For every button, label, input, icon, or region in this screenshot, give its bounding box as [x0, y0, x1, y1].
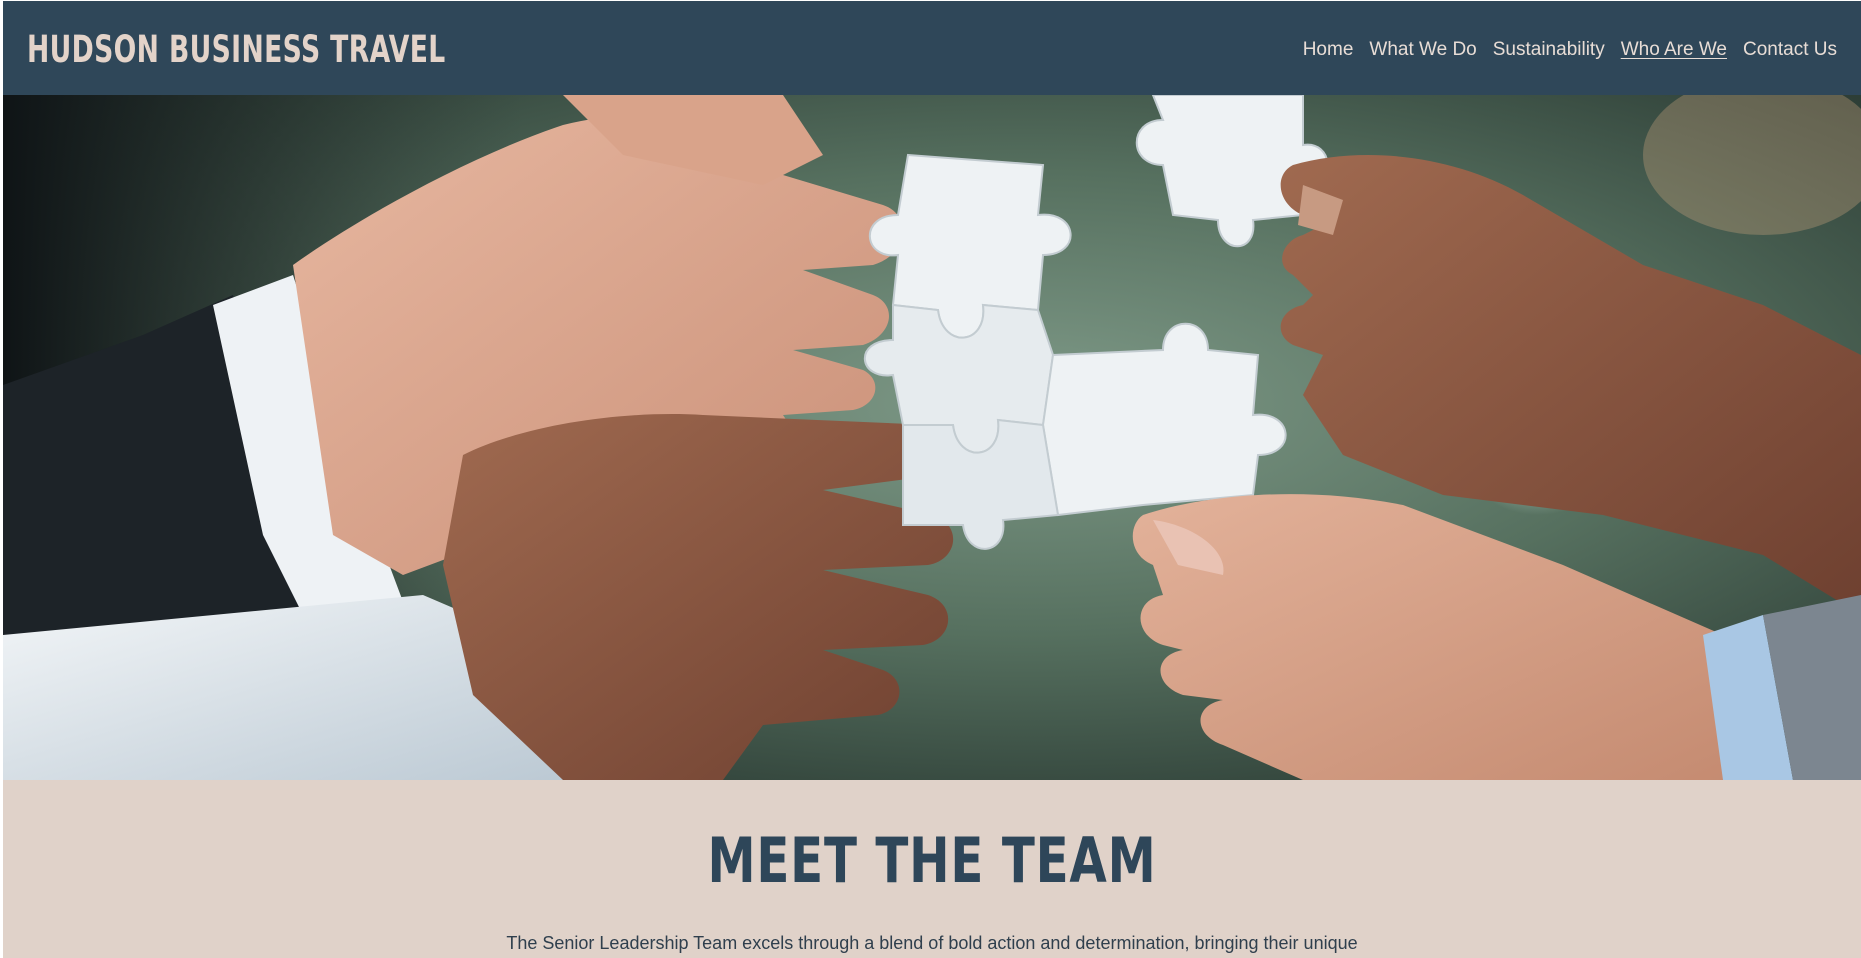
nav-link-what-we-do[interactable]: What We Do [1369, 39, 1476, 61]
hero-image [3, 95, 1861, 780]
main-nav: Home What We Do Sustainability Who Are W… [1303, 39, 1837, 61]
team-title: MEET THE TEAM [707, 824, 1157, 897]
page: HUDSON BUSINESS TRAVEL Home What We Do S… [3, 1, 1861, 958]
brand-logo-link[interactable]: HUDSON BUSINESS TRAVEL [27, 28, 446, 71]
nav-link-home[interactable]: Home [1303, 39, 1354, 61]
nav-link-who-are-we[interactable]: Who Are We [1621, 39, 1727, 61]
puzzle-hands-photo [3, 95, 1861, 780]
site-header: HUDSON BUSINESS TRAVEL Home What We Do S… [3, 1, 1861, 95]
team-intro-text: The Senior Leadership Team excels throug… [506, 933, 1358, 953]
nav-link-sustainability[interactable]: Sustainability [1493, 39, 1605, 61]
nav-link-contact-us[interactable]: Contact Us [1743, 39, 1837, 61]
team-section: MEET THE TEAM The Senior Leadership Team… [3, 780, 1861, 958]
